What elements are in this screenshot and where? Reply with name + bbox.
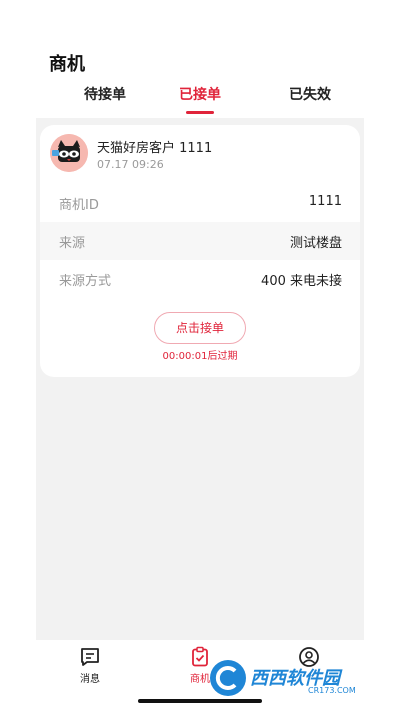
home-indicator: [138, 699, 262, 703]
row-label: 来源: [59, 236, 86, 251]
watermark-subtext: CR173.COM: [308, 686, 356, 695]
avatar: [50, 134, 88, 172]
tab-accepted[interactable]: 已接单: [155, 84, 245, 104]
nav-item-messages[interactable]: 消息: [60, 642, 120, 685]
customer-time: 07.17 09:26: [97, 158, 164, 171]
row-source: 来源 测试楼盘: [40, 222, 360, 260]
row-value: 1111: [308, 194, 342, 209]
clipboard-check-icon: [192, 646, 208, 667]
watermark-logo-icon: [210, 660, 246, 696]
active-tab-indicator: [186, 111, 214, 114]
row-opportunity-id: 商机ID 1111: [40, 184, 360, 222]
watermark: 西西软件园 CR173.COM: [210, 658, 385, 700]
tab-expired[interactable]: 已失效: [265, 84, 355, 104]
row-label: 商机ID: [59, 198, 99, 213]
row-value: 测试楼盘: [289, 236, 342, 251]
tab-pending[interactable]: 待接单: [60, 84, 150, 104]
message-icon: [81, 648, 99, 666]
row-value: 400 来电未接: [261, 274, 342, 289]
accept-order-button[interactable]: 点击接单: [154, 312, 246, 344]
row-source-method: 来源方式 400 来电未接: [40, 260, 360, 298]
opportunity-card: 天猫好房客户 1111 07.17 09:26 商机ID 1111 来源 测试楼…: [40, 125, 360, 377]
customer-name: 天猫好房客户 1111: [97, 141, 213, 156]
nav-label: 商机: [190, 674, 210, 685]
page-title: 商机: [49, 54, 85, 75]
tab-bar: 待接单 已接单 已失效: [0, 84, 400, 116]
row-label: 来源方式: [59, 274, 112, 289]
expire-countdown: 00:00:01后过期: [162, 351, 238, 362]
nav-label: 消息: [80, 674, 100, 685]
